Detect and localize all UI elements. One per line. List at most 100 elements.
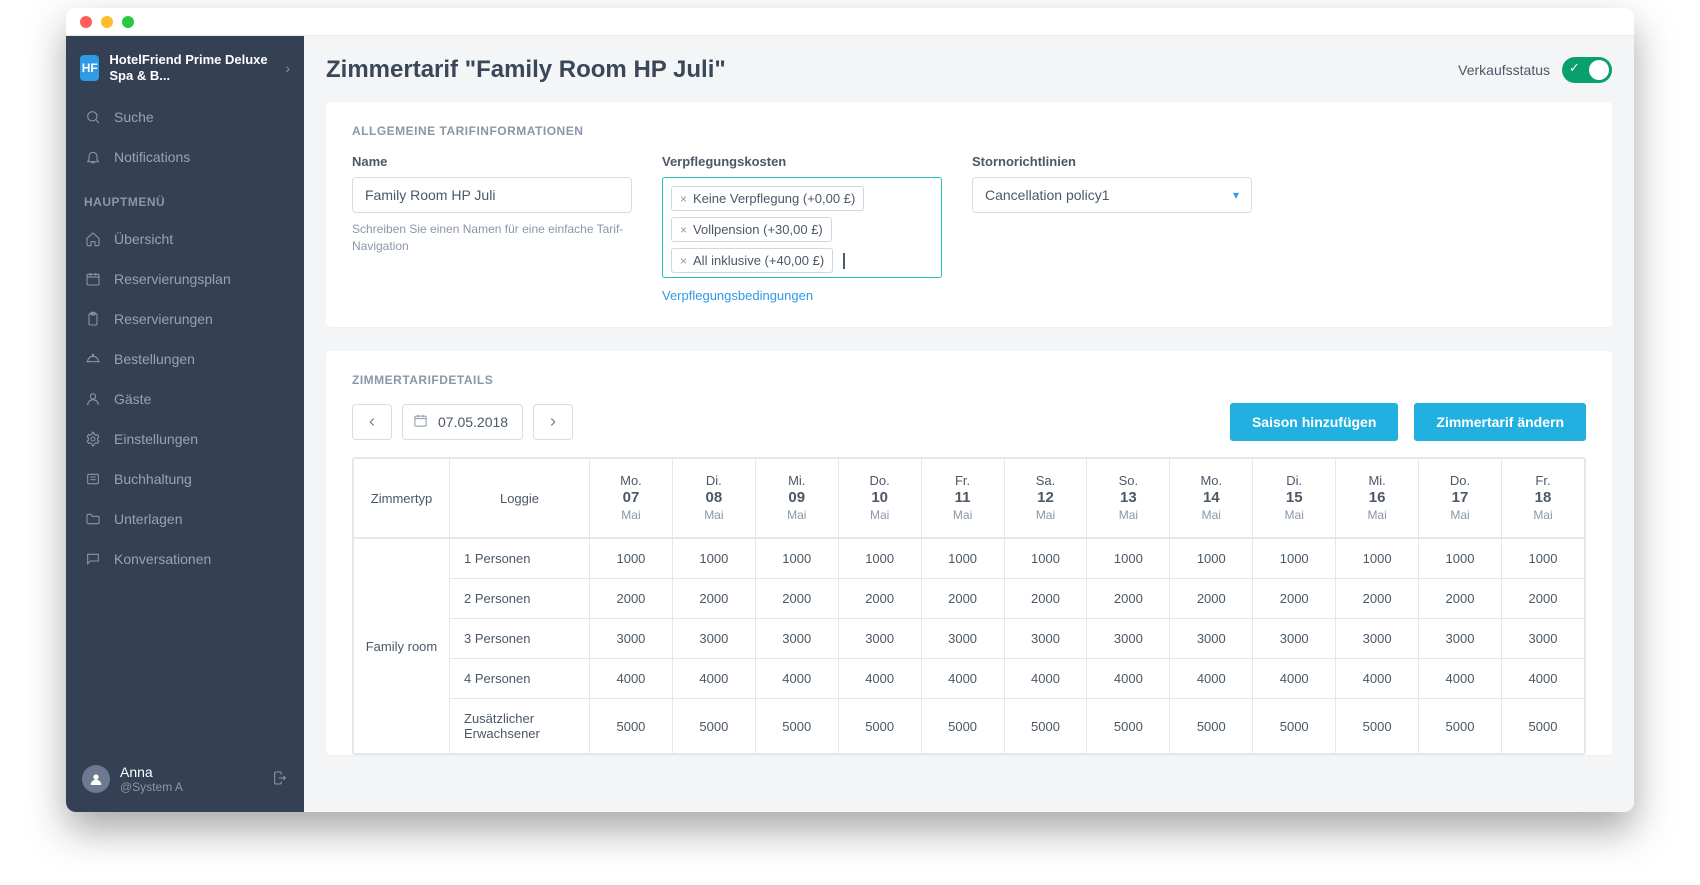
price-cell[interactable]: 4000 [1336,659,1419,699]
price-cell[interactable]: 5000 [838,699,921,754]
price-cell[interactable]: 2000 [1004,579,1087,619]
sidebar-item-conversations[interactable]: Konversationen [66,539,304,579]
price-cell[interactable]: 4000 [1501,659,1584,699]
price-cell[interactable]: 1000 [1336,539,1419,579]
logout-icon[interactable] [272,770,288,789]
price-cell[interactable]: 3000 [755,619,838,659]
price-cell[interactable]: 3000 [921,619,1004,659]
price-cell[interactable]: 1000 [1501,539,1584,579]
sidebar-item-overview[interactable]: Übersicht [66,219,304,259]
price-cell[interactable]: 1000 [1004,539,1087,579]
sidebar-item-label: Konversationen [114,551,211,567]
price-cell[interactable]: 2000 [1253,579,1336,619]
price-cell[interactable]: 1000 [590,539,673,579]
price-cell[interactable]: 1000 [755,539,838,579]
folder-icon [84,510,102,528]
meal-tag[interactable]: ×Keine Verpflegung (+0,00 £) [671,186,864,211]
price-cell[interactable]: 3000 [1004,619,1087,659]
price-cell[interactable]: 3000 [1087,619,1170,659]
price-cell[interactable]: 4000 [1419,659,1502,699]
price-cell[interactable]: 3000 [1253,619,1336,659]
remove-tag-icon[interactable]: × [680,254,687,268]
price-cell[interactable]: 3000 [838,619,921,659]
price-cell[interactable]: 2000 [921,579,1004,619]
price-cell[interactable]: 1000 [1419,539,1502,579]
sidebar-item-accounting[interactable]: Buchhaltung [66,459,304,499]
price-cell[interactable]: 1000 [1253,539,1336,579]
price-cell[interactable]: 5000 [1253,699,1336,754]
user-row[interactable]: Anna @System A [66,751,304,812]
date-picker[interactable]: 07.05.2018 [402,404,523,440]
price-cell[interactable]: 2000 [1336,579,1419,619]
price-cell[interactable]: 4000 [1170,659,1253,699]
change-rate-button[interactable]: Zimmertarif ändern [1414,403,1586,441]
sidebar-item-guests[interactable]: Gäste [66,379,304,419]
mac-titlebar [66,8,1634,36]
meal-tag[interactable]: ×All inklusive (+40,00 £) [671,248,833,273]
cancel-policy-select[interactable]: Cancellation policy1 ▾ [972,177,1252,213]
price-cell[interactable]: 2000 [1087,579,1170,619]
sidebar-search[interactable]: Suche [66,97,304,137]
sidebar-item-reservations[interactable]: Reservierungen [66,299,304,339]
price-cell[interactable]: 5000 [1087,699,1170,754]
price-cell[interactable]: 5000 [755,699,838,754]
date-next-button[interactable] [533,404,573,440]
price-cell[interactable]: 3000 [1419,619,1502,659]
name-input[interactable] [352,177,632,213]
sidebar-item-settings[interactable]: Einstellungen [66,419,304,459]
window-maximize-dot[interactable] [122,16,134,28]
price-cell[interactable]: 1000 [672,539,755,579]
price-cell[interactable]: 2000 [590,579,673,619]
brand-switcher[interactable]: HF HotelFriend Prime Deluxe Spa & B... › [66,36,304,97]
sidebar-item-documents[interactable]: Unterlagen [66,499,304,539]
sidebar-notifications[interactable]: Notifications [66,137,304,177]
price-cell[interactable]: 4000 [590,659,673,699]
price-cell[interactable]: 2000 [672,579,755,619]
remove-tag-icon[interactable]: × [680,223,687,237]
price-cell[interactable]: 4000 [838,659,921,699]
price-cell[interactable]: 3000 [1170,619,1253,659]
price-cell[interactable]: 4000 [1004,659,1087,699]
window-minimize-dot[interactable] [101,16,113,28]
sidebar-item-orders[interactable]: Bestellungen [66,339,304,379]
window-close-dot[interactable] [80,16,92,28]
price-cell[interactable]: 4000 [755,659,838,699]
price-cell[interactable]: 1000 [838,539,921,579]
price-cell[interactable]: 5000 [921,699,1004,754]
remove-tag-icon[interactable]: × [680,192,687,206]
price-cell[interactable]: 2000 [838,579,921,619]
sidebar-item-reservation-plan[interactable]: Reservierungsplan [66,259,304,299]
price-cell[interactable]: 4000 [672,659,755,699]
price-cell[interactable]: 4000 [1253,659,1336,699]
price-cell[interactable]: 4000 [1087,659,1170,699]
price-cell[interactable]: 1000 [1087,539,1170,579]
price-cell[interactable]: 5000 [590,699,673,754]
day-header: Sa.12Mai [1004,459,1087,538]
price-cell[interactable]: 4000 [921,659,1004,699]
price-cell[interactable]: 5000 [672,699,755,754]
price-cell[interactable]: 5000 [1336,699,1419,754]
price-cell[interactable]: 3000 [672,619,755,659]
price-cell[interactable]: 5000 [1004,699,1087,754]
price-cell[interactable]: 5000 [1419,699,1502,754]
price-cell[interactable]: 2000 [1501,579,1584,619]
meal-tag-input[interactable]: ×Keine Verpflegung (+0,00 £) ×Vollpensio… [662,177,942,278]
price-cell[interactable]: 2000 [1170,579,1253,619]
sale-status-toggle[interactable]: ✓ [1562,57,1612,83]
price-cell[interactable]: 3000 [590,619,673,659]
meal-label: Verpflegungskosten [662,154,942,169]
price-cell[interactable]: 5000 [1170,699,1253,754]
table-scroll[interactable]: Family room1 Personen1000100010001000100… [353,538,1585,754]
date-prev-button[interactable] [352,404,392,440]
price-cell[interactable]: 5000 [1501,699,1584,754]
price-cell[interactable]: 2000 [755,579,838,619]
meal-tag[interactable]: ×Vollpension (+30,00 £) [671,217,832,242]
price-cell[interactable]: 1000 [1170,539,1253,579]
add-season-button[interactable]: Saison hinzufügen [1230,403,1398,441]
chat-icon [84,550,102,568]
meal-terms-link[interactable]: Verpflegungsbedingungen [662,288,813,303]
price-cell[interactable]: 2000 [1419,579,1502,619]
price-cell[interactable]: 3000 [1501,619,1584,659]
price-cell[interactable]: 1000 [921,539,1004,579]
price-cell[interactable]: 3000 [1336,619,1419,659]
